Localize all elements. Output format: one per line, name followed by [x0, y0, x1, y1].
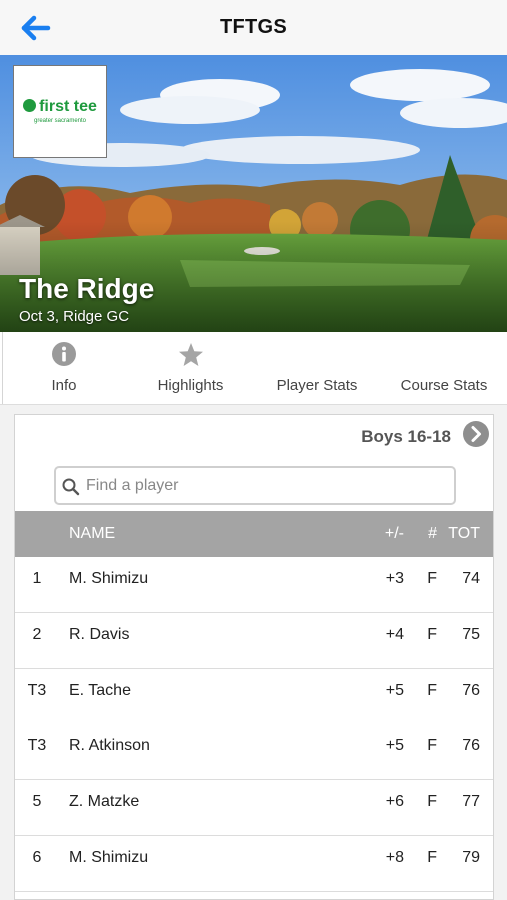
- table-row[interactable]: 2 R. Davis +4 F 75: [15, 613, 493, 669]
- leaderboard-card: Boys 16-18 NAME +/- # TOT 1 M. Shimizu +…: [14, 414, 494, 900]
- table-row[interactable]: T3 E. Tache +5 F 76: [15, 669, 493, 725]
- tab-course-stats[interactable]: Course Stats: [381, 332, 507, 404]
- row-thru: F: [427, 626, 437, 643]
- event-subtitle: Oct 3, Ridge GC: [19, 308, 130, 325]
- row-position: T3: [27, 737, 47, 754]
- logo-mark-icon: [23, 99, 37, 112]
- row-position: 2: [32, 626, 42, 643]
- chevron-right-icon: [471, 426, 481, 442]
- search-icon: [62, 478, 80, 496]
- row-position: 1: [32, 570, 42, 587]
- row-to-par: +5: [385, 737, 404, 754]
- row-total: 77: [462, 793, 480, 810]
- row-total: 75: [462, 626, 480, 643]
- column-header-total[interactable]: TOT: [448, 525, 480, 543]
- tab-player-stats[interactable]: Player Stats: [253, 332, 381, 404]
- row-to-par: +8: [385, 849, 404, 866]
- row-player-name: M. Shimizu: [69, 849, 149, 866]
- row-to-par: +4: [385, 626, 404, 643]
- leaderboard-header: NAME +/- # TOT: [15, 511, 493, 557]
- event-tab-bar: Info Highlights Player Stats Course Stat…: [0, 332, 507, 405]
- next-division-button[interactable]: [463, 421, 489, 447]
- column-header-to-par[interactable]: +/-: [385, 525, 404, 543]
- tab-info[interactable]: Info: [0, 332, 128, 404]
- row-to-par: +5: [385, 682, 404, 699]
- tab-highlights-label: Highlights: [157, 377, 224, 394]
- tab-player-stats-label: Player Stats: [276, 377, 358, 394]
- tab-info-label: Info: [51, 377, 77, 394]
- player-search[interactable]: [54, 466, 456, 505]
- row-to-par: +3: [385, 570, 404, 587]
- row-to-par: +6: [385, 793, 404, 810]
- table-row[interactable]: T3 R. Atkinson +5 F 76: [15, 724, 493, 780]
- row-player-name: E. Tache: [69, 682, 131, 699]
- row-thru: F: [427, 793, 437, 810]
- row-total: 76: [462, 682, 480, 699]
- table-row[interactable]: 6 M. Shimizu +8 F 79: [15, 836, 493, 892]
- row-position: T3: [27, 682, 47, 699]
- table-row[interactable]: 5 Z. Matzke +6 F 77: [15, 780, 493, 836]
- table-row[interactable]: 1 M. Shimizu +3 F 74: [15, 557, 493, 613]
- column-header-name[interactable]: NAME: [69, 525, 115, 543]
- row-thru: F: [427, 849, 437, 866]
- logo-tagline: greater sacramento: [33, 118, 87, 124]
- column-header-thru[interactable]: #: [428, 525, 437, 543]
- info-icon: [52, 342, 76, 366]
- tab-highlights[interactable]: Highlights: [128, 332, 253, 404]
- event-title: The Ridge: [19, 273, 155, 304]
- page-title: TFTGS: [219, 16, 288, 38]
- search-input[interactable]: [84, 473, 448, 499]
- tab-course-stats-label: Course Stats: [400, 377, 488, 394]
- navigation-bar: TFTGS: [0, 0, 507, 56]
- row-player-name: R. Davis: [69, 626, 130, 643]
- row-total: 79: [462, 849, 480, 866]
- row-position: 5: [32, 793, 42, 810]
- organization-logo: first tee greater sacramento: [13, 65, 107, 158]
- row-position: 6: [32, 849, 42, 866]
- row-total: 74: [462, 570, 480, 587]
- star-icon: [178, 343, 203, 366]
- row-total: 76: [462, 737, 480, 754]
- row-thru: F: [427, 737, 437, 754]
- event-hero-banner: first tee greater sacramento The Ridge O…: [0, 55, 507, 332]
- row-player-name: Z. Matzke: [69, 793, 140, 810]
- logo-wordmark: first tee: [39, 98, 97, 115]
- division-label: Boys 16-18: [361, 427, 451, 446]
- row-thru: F: [427, 682, 437, 699]
- row-player-name: M. Shimizu: [69, 570, 149, 587]
- row-player-name: R. Atkinson: [69, 737, 150, 754]
- row-thru: F: [427, 570, 437, 587]
